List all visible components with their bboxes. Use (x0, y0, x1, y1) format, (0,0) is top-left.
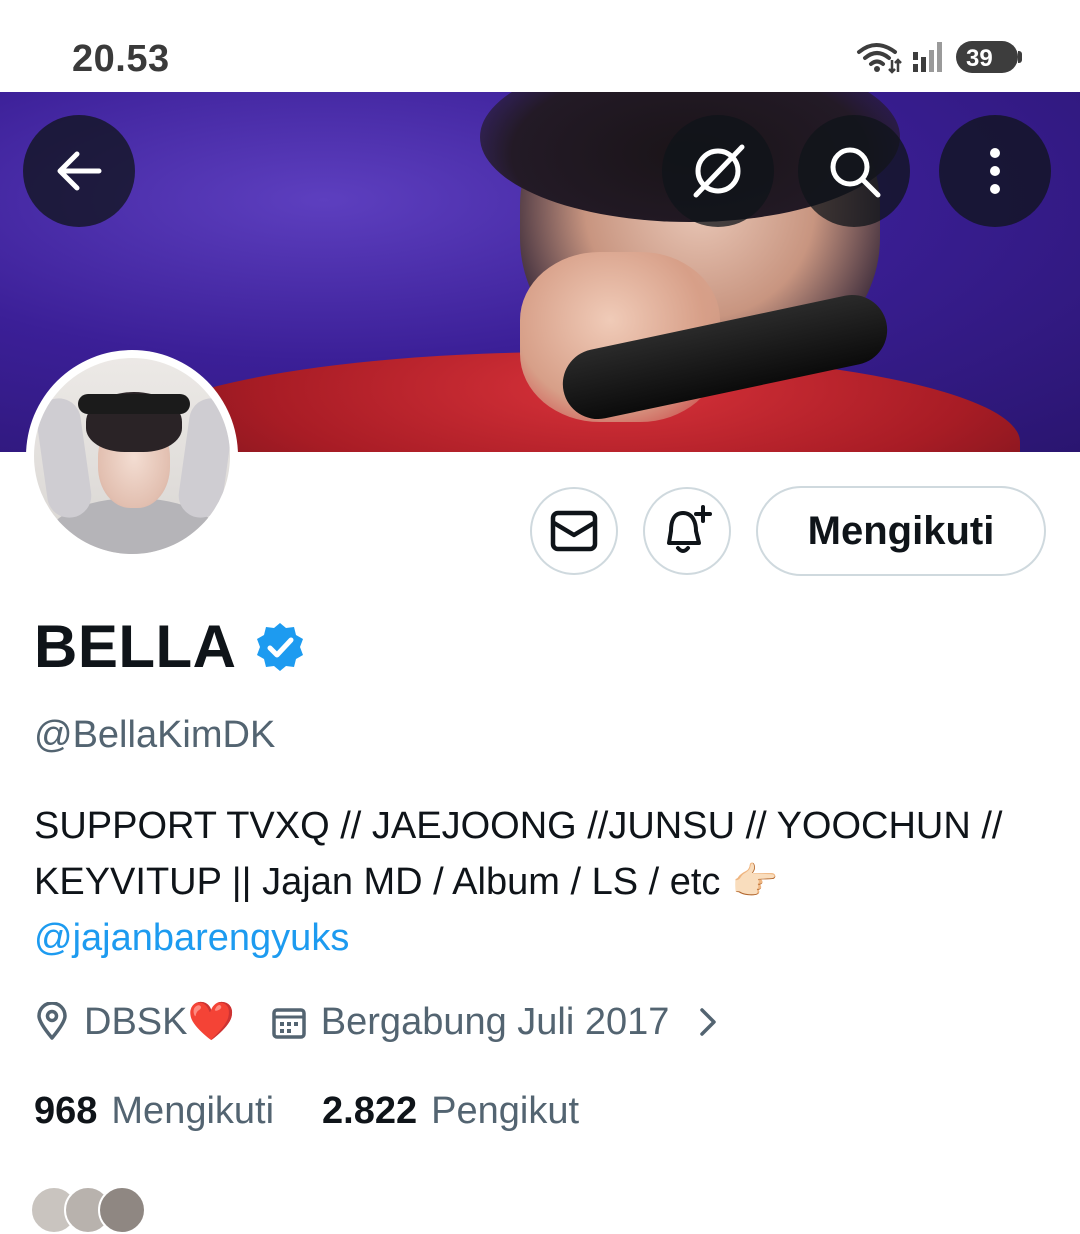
status-bar: 20.53 39 (0, 0, 1080, 92)
location-pin-icon (37, 1002, 67, 1040)
joined-group[interactable]: Bergabung Juli 2017 (271, 1001, 722, 1044)
followers-you-know-avatars[interactable] (30, 1186, 146, 1234)
grok-icon (693, 144, 745, 198)
status-time: 20.53 (72, 38, 170, 80)
bell-plus-icon (667, 505, 712, 553)
profile-meta: DBSK❤️ Bergabung Juli 2017 (34, 1000, 757, 1044)
bio-mention-link[interactable]: @jajanbarengyuks (34, 917, 349, 959)
wifi-icon (857, 43, 902, 74)
followers-count[interactable]: 2.822 (322, 1090, 417, 1133)
profile-stats: 968 Mengikuti 2.822 Pengikut (34, 1090, 627, 1133)
notify-button[interactable] (643, 487, 731, 575)
mail-icon (550, 510, 598, 552)
more-button[interactable] (939, 115, 1051, 227)
avatar-arm (175, 395, 230, 521)
avatar[interactable] (26, 350, 238, 562)
battery-level: 39 (966, 45, 993, 72)
avatar-image (34, 358, 230, 554)
location-group: DBSK❤️ (34, 1000, 235, 1044)
avatar-glasses (78, 394, 190, 414)
arrow-left-icon (57, 151, 102, 191)
following-button[interactable]: Mengikuti (756, 486, 1046, 576)
more-vertical-icon (990, 148, 1000, 194)
profile-name: BELLA (34, 613, 237, 680)
back-button[interactable] (23, 115, 135, 227)
joined-text: Bergabung Juli 2017 (320, 1000, 670, 1043)
search-icon (830, 147, 881, 198)
avatar-arm (34, 395, 95, 521)
calendar-icon (272, 1008, 306, 1039)
following-label[interactable]: Mengikuti (111, 1090, 274, 1133)
profile-bio: SUPPORT TVXQ // JAEJOONG //JUNSU // YOOC… (34, 798, 1034, 966)
avatar (98, 1186, 146, 1234)
verified-badge-icon (257, 622, 304, 671)
chevron-right-icon (700, 1008, 717, 1036)
following-count[interactable]: 968 (34, 1090, 97, 1133)
signal-icon (913, 42, 942, 72)
message-button[interactable] (530, 487, 618, 575)
location-text: DBSK❤️ (84, 1001, 235, 1043)
battery-icon: 39 (956, 41, 1022, 73)
status-icons: 39 (856, 40, 1022, 74)
grok-button[interactable] (662, 115, 774, 227)
profile-handle: @BellaKimDK (34, 714, 276, 756)
followers-label[interactable]: Pengikut (431, 1090, 579, 1133)
profile-name-row: BELLA (34, 612, 306, 681)
search-button[interactable] (798, 115, 910, 227)
bio-text: SUPPORT TVXQ // JAEJOONG //JUNSU // YOOC… (34, 805, 1003, 903)
